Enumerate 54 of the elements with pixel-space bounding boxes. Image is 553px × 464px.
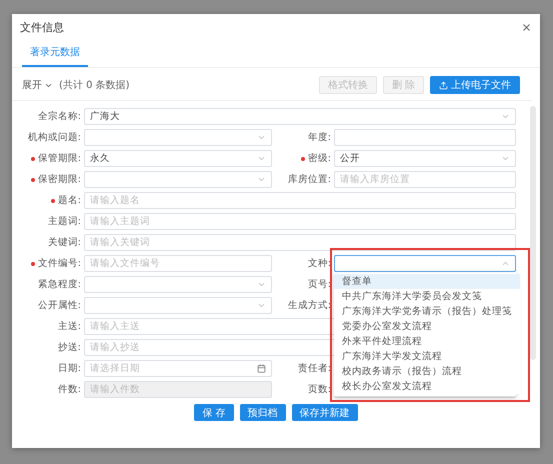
field-label: 生成方式: <box>288 299 331 312</box>
field-label: 保密期限: <box>38 173 81 186</box>
input-field[interactable]: 请输入文件编号 <box>84 255 272 272</box>
chevron-down-icon <box>257 280 266 289</box>
calendar-icon <box>257 364 266 373</box>
field-label: 机构或问题: <box>28 131 81 144</box>
dialog-title: 文件信息 <box>20 20 64 35</box>
footer-button[interactable]: 保 存 <box>194 404 234 421</box>
field-label: 紧急程度: <box>38 278 81 291</box>
input-field[interactable]: 请输入库房位置 <box>334 171 516 188</box>
field-label: 件数: <box>58 383 81 396</box>
field-label: 页数: <box>308 383 331 396</box>
select-field[interactable]: 永久 <box>84 150 272 167</box>
field-label: 责任者: <box>298 362 331 375</box>
input-field[interactable] <box>334 129 516 146</box>
select-field[interactable]: 公开 <box>334 150 516 167</box>
chevron-up-icon <box>501 259 510 268</box>
field-label: 年度: <box>308 131 331 144</box>
field-label: 关键词: <box>48 236 81 249</box>
field-label: 保管期限: <box>38 152 81 165</box>
field-label: 题名: <box>58 194 81 207</box>
select-field[interactable] <box>334 255 516 272</box>
date-field[interactable]: 请选择日期 <box>84 360 272 377</box>
upload-icon <box>439 80 448 90</box>
chevron-down-icon <box>501 154 510 163</box>
input-field[interactable]: 请输入题名 <box>84 192 516 209</box>
tab[interactable]: 著录元数据 <box>22 41 88 67</box>
footer-button[interactable]: 预归档 <box>240 404 286 421</box>
field-label: 文件编号: <box>38 257 81 270</box>
field-label: 抄送: <box>58 341 81 354</box>
footer-button[interactable]: 保存并新建 <box>292 404 358 421</box>
expand-button[interactable]: 展开 <box>22 78 53 92</box>
select-field[interactable]: 广海大 <box>84 108 516 125</box>
toolbar-button[interactable]: 上传电子文件 <box>430 76 520 94</box>
field-label: 主题词: <box>48 215 81 228</box>
chevron-down-icon <box>257 175 266 184</box>
field-label: 主送: <box>58 320 81 333</box>
field-label: 库房位置: <box>288 173 331 186</box>
input-field[interactable]: 请输入主题词 <box>84 213 516 230</box>
chevron-down-icon <box>257 154 266 163</box>
chevron-down-icon <box>257 133 266 142</box>
chevron-down-icon <box>257 301 266 310</box>
input-field[interactable]: 请输入关键词 <box>84 234 516 251</box>
field-label: 密级: <box>308 152 331 165</box>
field-label: 全宗名称: <box>38 110 81 123</box>
close-button[interactable] <box>521 22 532 33</box>
record-count: (共计 0 条数据) <box>59 78 131 92</box>
field-label: 公开属性: <box>38 299 81 312</box>
dropdown-option[interactable]: 督查单 <box>334 274 520 289</box>
field-label: 文种: <box>308 257 331 270</box>
chevron-down-icon <box>501 112 510 121</box>
scrollbar[interactable] <box>530 106 536 360</box>
field-label: 日期: <box>58 362 81 375</box>
field-label: 页号: <box>308 278 331 291</box>
